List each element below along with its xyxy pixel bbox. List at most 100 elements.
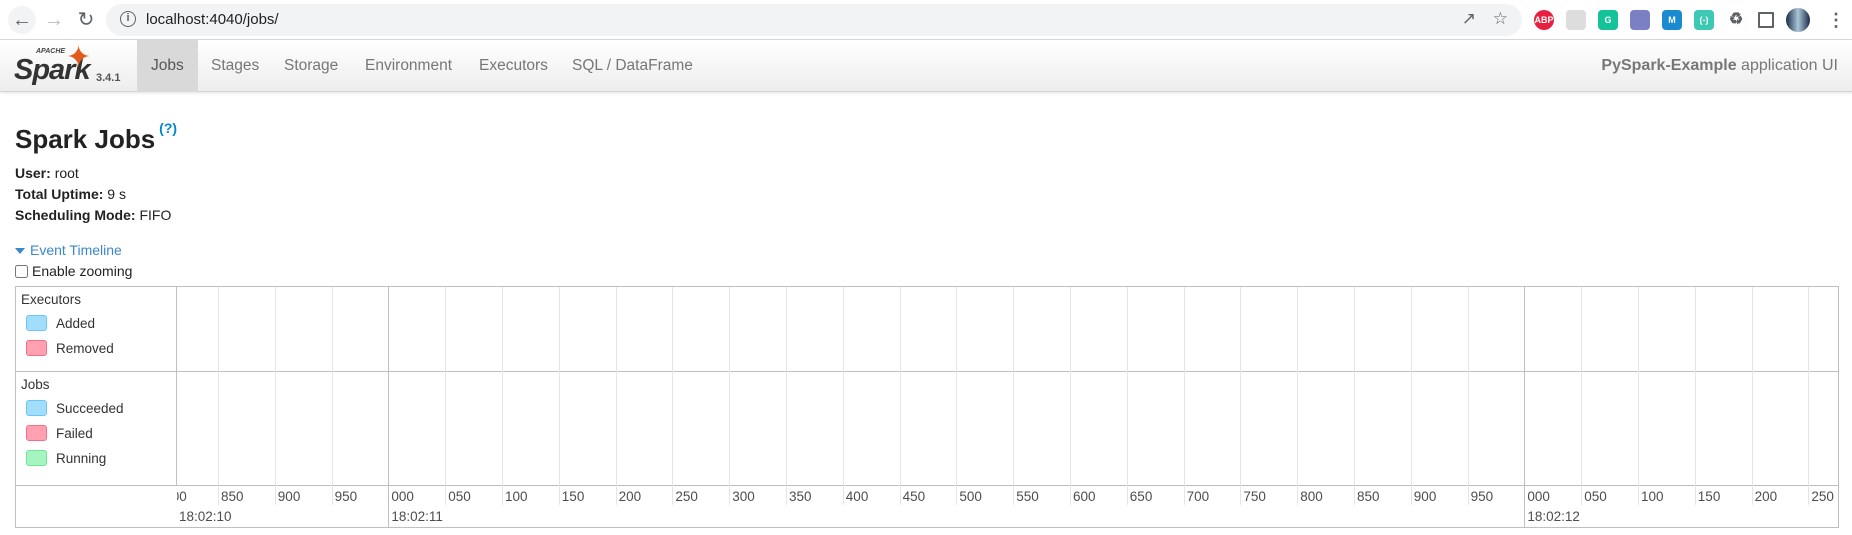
tab-jobs[interactable]: Jobs — [137, 40, 198, 92]
minor-tick-label: 350 — [789, 489, 812, 504]
tab-executors[interactable]: Executors — [465, 40, 562, 92]
app-name-bold: PySpark-Example — [1601, 57, 1737, 74]
minor-gridline — [502, 287, 503, 505]
page-title: Spark Jobs (?) — [15, 120, 177, 155]
removed-swatch — [26, 340, 47, 356]
succeeded-swatch — [26, 400, 47, 416]
profile-avatar[interactable] — [1786, 8, 1810, 32]
minor-tick-label: 900 — [1413, 489, 1437, 504]
minor-gridline — [1240, 287, 1242, 505]
major-tick-label: 18:02:11 — [391, 509, 443, 524]
browser-toolbar: ← → ↻ i localhost:4040/jobs/ ↗ ☆ ABP G M (-… — [0, 0, 1852, 40]
tab-storage[interactable]: Storage — [270, 40, 352, 92]
minor-gridline — [615, 287, 617, 505]
added-swatch — [26, 315, 47, 331]
executors-title: Executors — [21, 292, 82, 307]
minor-tick-label: 650 — [1129, 489, 1153, 504]
spark-logo[interactable]: APACHE Spark ✦ 3.4.1 — [14, 41, 124, 88]
minor-tick-label: 000 — [391, 489, 414, 504]
minor-tick-label: 700 — [1186, 489, 1210, 504]
minor-gridline — [1070, 287, 1071, 505]
minor-tick-label: 100 — [1641, 489, 1664, 504]
minor-tick-label: 450 — [902, 489, 926, 504]
share-icon[interactable]: ↗ — [1462, 9, 1476, 29]
failed-swatch — [26, 425, 47, 441]
event-timeline[interactable]: Executors Added Removed Jobs Succeeded F… — [15, 286, 1839, 528]
minor-gridline — [1467, 287, 1469, 505]
spark-version: 3.4.1 — [96, 72, 121, 84]
server-extension-icon[interactable] — [1630, 10, 1650, 30]
back-button[interactable]: ← — [8, 6, 36, 34]
minor-tick-label: 850 — [1357, 489, 1380, 504]
legend-label: Removed — [56, 341, 114, 356]
minor-gridline — [729, 287, 731, 505]
minor-gridline — [558, 287, 560, 505]
tab-stages[interactable]: Stages — [197, 40, 273, 92]
app-name: PySpark-Example application UI — [1601, 40, 1838, 92]
minor-gridline — [1297, 287, 1299, 505]
minor-tick-label: 050 — [1584, 489, 1607, 504]
minor-tick-label: 500 — [959, 489, 982, 504]
minor-tick-label: 400 — [845, 489, 869, 504]
enable-zooming-label: Enable zooming — [32, 263, 133, 279]
minor-tick-label: 150 — [1697, 489, 1721, 504]
tab-sql-dataframe[interactable]: SQL / DataFrame — [558, 40, 707, 92]
url-text: localhost:4040/jobs/ — [146, 11, 279, 28]
forward-button[interactable]: → — [40, 6, 68, 34]
zoom-checkbox[interactable] — [15, 265, 28, 278]
enable-zooming-checkbox[interactable]: Enable zooming — [15, 263, 132, 279]
minor-tick-label: 100 — [505, 489, 528, 504]
extensions-puzzle-icon[interactable]: ♻ — [1726, 10, 1746, 30]
minor-tick-label: 200 — [1754, 489, 1778, 504]
user-label: User: — [15, 165, 51, 181]
minor-tick-label: 550 — [1016, 489, 1039, 504]
major-gridline — [1524, 287, 1526, 527]
event-timeline-toggle[interactable]: Event Timeline — [15, 242, 122, 258]
menu-kebab-icon[interactable]: ⋮ — [1826, 10, 1846, 30]
minor-tick-label: 150 — [561, 489, 585, 504]
caret-down-icon — [15, 248, 25, 255]
m-extension-icon[interactable]: M — [1662, 10, 1682, 30]
spark-star-icon: ✦ — [66, 41, 92, 74]
minor-tick-label: 750 — [1243, 489, 1266, 504]
jobs-group: Jobs Succeeded Failed Running — [16, 372, 177, 486]
adblock-plus-icon[interactable]: ABP — [1534, 10, 1554, 30]
site-info-icon[interactable]: i — [120, 11, 136, 27]
legend-removed: Removed — [26, 340, 114, 356]
minor-gridline — [672, 287, 674, 505]
legend-added: Added — [26, 315, 95, 331]
help-link[interactable]: (?) — [159, 120, 177, 136]
minor-tick-label: 800 — [177, 489, 187, 504]
minor-gridline — [1410, 287, 1412, 505]
user-info: User: root — [15, 165, 79, 181]
minor-gridline — [1354, 287, 1355, 505]
page-title-text: Spark Jobs — [15, 124, 156, 154]
bracket-extension-icon[interactable]: (-) — [1694, 10, 1714, 30]
event-timeline-label: Event Timeline — [30, 242, 122, 258]
minor-gridline — [218, 287, 219, 505]
bookmark-star-icon[interactable]: ☆ — [1493, 9, 1508, 29]
spark-navbar: APACHE Spark ✦ 3.4.1 Jobs Stages Storage… — [0, 40, 1852, 92]
legend-succeeded: Succeeded — [26, 400, 124, 416]
user-value: root — [54, 165, 79, 181]
legend-failed: Failed — [26, 425, 93, 441]
reload-button[interactable]: ↻ — [72, 6, 100, 34]
major-gridline — [388, 287, 390, 527]
minor-tick-label: 050 — [448, 489, 471, 504]
grammarly-icon[interactable]: G — [1598, 10, 1618, 30]
minor-gridline — [445, 287, 447, 505]
minor-tick-label: 900 — [277, 489, 301, 504]
uptime-value: 9 s — [107, 186, 126, 202]
toggle-extension-icon[interactable] — [1566, 10, 1586, 30]
minor-tick-label: 250 — [1811, 489, 1834, 504]
minor-gridline — [1694, 287, 1696, 505]
minor-gridline — [1183, 287, 1185, 505]
minor-tick-label: 850 — [221, 489, 244, 504]
tab-environment[interactable]: Environment — [351, 40, 466, 92]
minor-gridline — [1808, 287, 1810, 505]
minor-gridline — [1126, 287, 1128, 505]
running-swatch — [26, 450, 47, 466]
side-panel-icon[interactable] — [1758, 12, 1774, 28]
address-bar[interactable]: i localhost:4040/jobs/ ↗ ☆ — [106, 4, 1522, 36]
executors-group: Executors Added Removed — [16, 287, 177, 372]
